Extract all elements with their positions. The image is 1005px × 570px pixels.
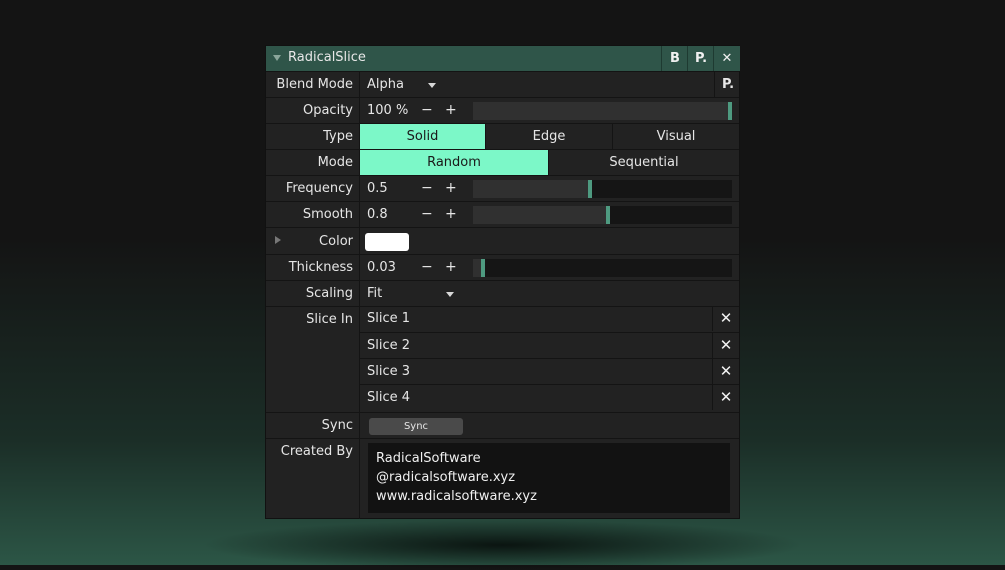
mode-option-random[interactable]: Random	[360, 150, 549, 175]
smooth-row: Smooth 0.8 − +	[266, 201, 739, 228]
panel-title: RadicalSlice	[288, 50, 366, 65]
panel-shadow	[200, 520, 805, 570]
thickness-increment-button[interactable]: +	[445, 259, 457, 275]
thickness-slider[interactable]	[473, 259, 732, 277]
preset-button[interactable]: P.	[687, 46, 714, 71]
thickness-row: Thickness 0.03 − +	[266, 254, 739, 281]
blend-mode-row: Blend Mode Alpha P.	[266, 71, 739, 98]
color-row: Color	[266, 227, 739, 255]
frequency-row: Frequency 0.5 − +	[266, 175, 739, 202]
credit-line: RadicalSoftware	[376, 451, 481, 466]
smooth-slider-handle[interactable]	[606, 206, 610, 224]
opacity-increment-button[interactable]: +	[445, 102, 457, 118]
thickness-label: Thickness	[288, 260, 353, 275]
slice-in-label: Slice In	[306, 312, 353, 327]
thickness-value[interactable]: 0.03	[367, 260, 396, 275]
mode-label: Mode	[317, 155, 353, 170]
list-item[interactable]: Slice 2 ✕	[360, 332, 739, 359]
color-swatch[interactable]	[365, 233, 409, 251]
radicalslice-panel: RadicalSlice B P. ✕ Blend Mode Alpha P. …	[265, 45, 740, 519]
opacity-row: Opacity 100 % − +	[266, 97, 739, 124]
close-icon[interactable]: ✕	[713, 46, 740, 71]
bypass-button[interactable]: B	[661, 46, 688, 71]
mode-row: Mode Random Sequential	[266, 149, 739, 176]
list-item[interactable]: Slice 4 ✕	[360, 384, 739, 411]
smooth-decrement-button[interactable]: −	[421, 206, 433, 222]
opacity-slider[interactable]	[473, 102, 732, 120]
created-by-row: Created By RadicalSoftware @radicalsoftw…	[266, 438, 739, 519]
frequency-slider-handle[interactable]	[588, 180, 592, 198]
smooth-slider[interactable]	[473, 206, 732, 224]
blend-preset-button[interactable]: P.	[722, 77, 734, 92]
blend-mode-label: Blend Mode	[276, 77, 353, 92]
close-icon[interactable]: ✕	[712, 306, 739, 331]
color-label: Color	[319, 234, 353, 249]
credit-line: www.radicalsoftware.xyz	[376, 489, 537, 504]
slice-item-label: Slice 3	[367, 364, 411, 379]
frequency-label: Frequency	[285, 181, 353, 196]
opacity-slider-handle[interactable]	[728, 102, 732, 120]
opacity-value[interactable]: 100 %	[367, 103, 408, 118]
frequency-value[interactable]: 0.5	[367, 181, 388, 196]
scaling-row: Scaling Fit	[266, 280, 739, 307]
scaling-label: Scaling	[305, 286, 353, 301]
list-item[interactable]: Slice 3 ✕	[360, 358, 739, 385]
blend-mode-select[interactable]: Alpha	[367, 77, 404, 92]
panel-header: RadicalSlice B P. ✕	[266, 46, 740, 71]
close-icon[interactable]: ✕	[712, 359, 739, 384]
credit-line: @radicalsoftware.xyz	[376, 470, 516, 485]
sync-row: Sync Sync	[266, 412, 739, 439]
sync-label: Sync	[321, 418, 353, 433]
close-icon[interactable]: ✕	[712, 333, 739, 358]
sync-button[interactable]: Sync	[369, 418, 463, 435]
opacity-decrement-button[interactable]: −	[421, 102, 433, 118]
frequency-slider[interactable]	[473, 180, 732, 198]
slice-item-label: Slice 2	[367, 338, 411, 353]
frequency-increment-button[interactable]: +	[445, 180, 457, 196]
chevron-down-icon[interactable]	[446, 292, 454, 297]
close-icon[interactable]: ✕	[712, 385, 739, 410]
thickness-decrement-button[interactable]: −	[421, 259, 433, 275]
list-item[interactable]: Slice 1 ✕	[360, 306, 739, 332]
type-row: Type Solid Edge Visual	[266, 123, 739, 150]
expand-triangle-icon[interactable]	[275, 236, 281, 244]
frequency-decrement-button[interactable]: −	[421, 180, 433, 196]
slice-item-label: Slice 1	[367, 311, 411, 326]
collapse-triangle-icon[interactable]	[273, 55, 281, 61]
type-label: Type	[323, 129, 353, 144]
smooth-value[interactable]: 0.8	[367, 207, 388, 222]
smooth-increment-button[interactable]: +	[445, 206, 457, 222]
type-option-edge[interactable]: Edge	[486, 124, 613, 149]
created-by-label: Created By	[280, 444, 353, 459]
smooth-label: Smooth	[302, 207, 353, 222]
credit-box: RadicalSoftware @radicalsoftware.xyz www…	[368, 443, 730, 513]
type-option-visual[interactable]: Visual	[613, 124, 739, 149]
chevron-down-icon[interactable]	[428, 83, 436, 88]
opacity-label: Opacity	[302, 103, 353, 118]
slice-item-label: Slice 4	[367, 390, 411, 405]
mode-option-sequential[interactable]: Sequential	[549, 150, 739, 175]
type-option-solid[interactable]: Solid	[360, 124, 486, 149]
thickness-slider-handle[interactable]	[481, 259, 485, 277]
scaling-select[interactable]: Fit	[367, 286, 382, 301]
